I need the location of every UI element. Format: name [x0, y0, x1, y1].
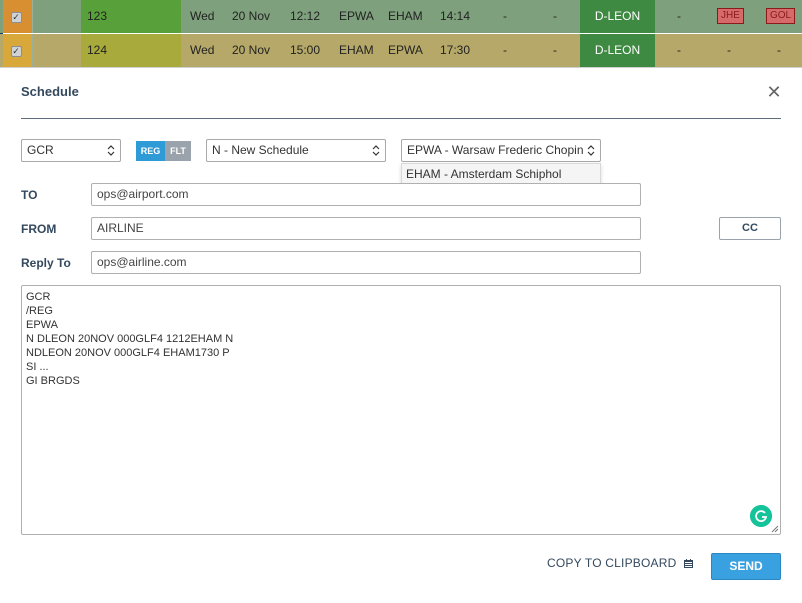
checkmark-icon: ✓ — [10, 11, 22, 23]
ades: EPWA — [388, 43, 423, 57]
reg-flt-toggle[interactable]: REG FLT — [136, 141, 191, 161]
message-type-select[interactable]: GCR — [21, 139, 121, 162]
airport-select[interactable]: EPWA - Warsaw Frederic Chopin — [401, 139, 601, 162]
updown-arrows-icon — [372, 145, 380, 156]
airport-dropdown-option[interactable]: EHAM - Amsterdam Schiphol — [401, 163, 601, 185]
from-label: FROM — [21, 222, 57, 236]
copy-to-clipboard-button[interactable]: COPY TO CLIPBOARD — [547, 556, 694, 570]
registration-cell[interactable]: D-LEON — [580, 0, 655, 33]
row-checkbox[interactable]: ✓ — [4, 43, 28, 59]
date: 20 Nov — [232, 9, 271, 23]
flight-number: 123 — [87, 9, 108, 23]
message-textarea[interactable]: GCR /REG EPWA N DLEON 20NOV 000GLF4 1212… — [21, 285, 781, 535]
date: 20 Nov — [232, 43, 271, 57]
modal-title: Schedule — [21, 84, 79, 99]
to-label: TO — [21, 188, 38, 202]
sta: 14:14 — [440, 9, 471, 23]
schedule-modal: Schedule ✕ GCR REG FLT N - New Schedule … — [0, 67, 802, 603]
clipboard-icon — [684, 559, 693, 568]
reg-toggle-option[interactable]: REG — [136, 141, 165, 161]
divider — [21, 118, 781, 119]
std: 15:00 — [290, 43, 321, 57]
from-field[interactable]: AIRLINE — [91, 217, 641, 240]
updown-arrows-icon — [587, 145, 595, 156]
grammarly-icon[interactable] — [750, 505, 772, 527]
crew-tag[interactable]: JHE — [717, 8, 744, 24]
column-divider — [32, 0, 33, 33]
crew-tag[interactable]: GOL — [766, 8, 796, 24]
table-row[interactable]: ✓ 123 Wed 20 Nov 12:12 EPWA EHAM 14:14 -… — [0, 0, 802, 33]
flights-table: ✓ 123 Wed 20 Nov 12:12 EPWA EHAM 14:14 -… — [0, 0, 802, 67]
dash: - — [553, 9, 557, 23]
cc-button[interactable]: CC — [719, 217, 781, 240]
flt-toggle-option[interactable]: FLT — [165, 141, 191, 161]
ades: EHAM — [388, 9, 423, 23]
table-row[interactable]: ✓ 124 Wed 20 Nov 15:00 EHAM EPWA 17:30 -… — [0, 34, 802, 67]
dash: - — [503, 9, 507, 23]
to-field[interactable]: ops@airport.com — [91, 183, 641, 206]
reply-to-label: Reply To — [21, 256, 71, 270]
dash: - — [503, 43, 507, 57]
sta: 17:30 — [440, 43, 471, 57]
dash: - — [553, 43, 557, 57]
action-value: N - New Schedule — [212, 143, 309, 157]
send-button[interactable]: SEND — [711, 553, 781, 580]
adep: EPWA — [339, 9, 374, 23]
copy-label: COPY TO CLIPBOARD — [547, 556, 677, 570]
updown-arrows-icon — [107, 145, 115, 156]
close-icon[interactable]: ✕ — [765, 83, 783, 101]
message-type-value: GCR — [27, 143, 54, 157]
adep: EHAM — [339, 43, 374, 57]
action-select[interactable]: N - New Schedule — [206, 139, 386, 162]
registration-cell[interactable]: D-LEON — [580, 34, 655, 67]
dash: - — [727, 43, 731, 57]
std: 12:12 — [290, 9, 321, 23]
airport-value: EPWA - Warsaw Frederic Chopin — [407, 143, 584, 157]
day: Wed — [190, 9, 215, 23]
row-checkbox[interactable]: ✓ — [4, 9, 28, 25]
dash: - — [677, 43, 681, 57]
reply-to-field[interactable]: ops@airline.com — [91, 251, 641, 274]
checkmark-icon: ✓ — [10, 45, 22, 57]
flight-number: 124 — [87, 43, 108, 57]
resize-handle-icon[interactable] — [770, 524, 779, 533]
day: Wed — [190, 43, 215, 57]
dash: - — [777, 43, 781, 57]
dash: - — [677, 9, 681, 23]
column-divider — [32, 34, 33, 67]
